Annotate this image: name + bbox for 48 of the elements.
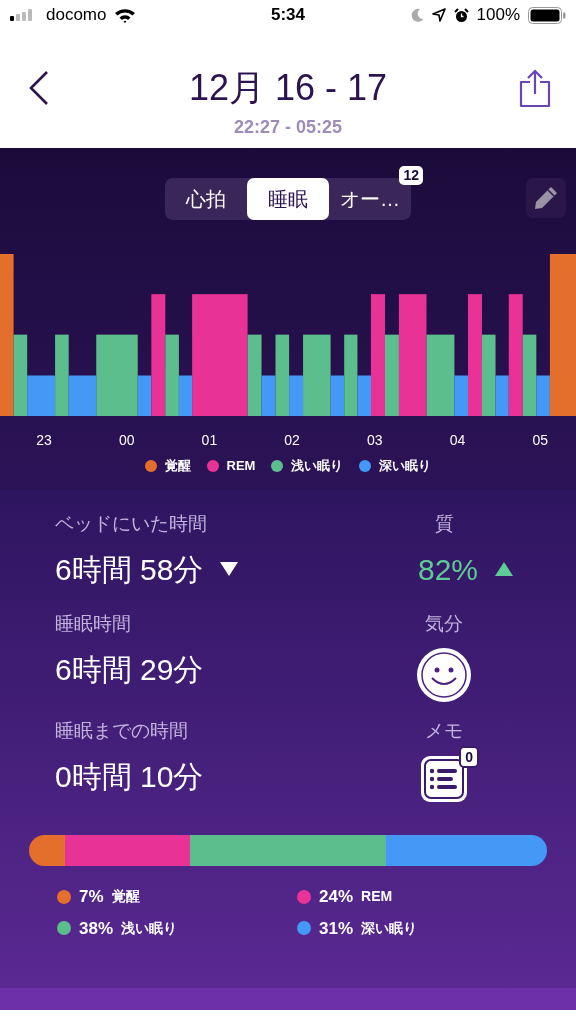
edit-button[interactable] <box>526 178 566 218</box>
axis-label: 03 <box>366 431 384 450</box>
moon-icon <box>410 8 424 22</box>
date-title: 12月 16 - 17 <box>188 70 388 106</box>
legend-label: REM <box>226 457 256 475</box>
percent-value: 24% <box>319 886 354 908</box>
percent-value: 31% <box>319 917 354 940</box>
battery-percent: 100% <box>476 4 520 27</box>
axis-label: 01 <box>200 431 219 450</box>
axis-label: 23 <box>35 431 53 450</box>
count-badge: 12 <box>399 166 423 185</box>
axis-label: 02 <box>283 431 301 450</box>
quality-label: 質 <box>434 512 454 536</box>
stat-value: 0時間 10分 <box>55 758 204 795</box>
back-button[interactable] <box>28 70 50 106</box>
percent-value: 38% <box>79 917 114 940</box>
axis-label: 05 <box>531 431 549 450</box>
alarm-clock-icon <box>453 7 469 23</box>
smiley-face-button[interactable] <box>416 646 472 703</box>
battery-icon <box>528 6 566 24</box>
legend-label: 深い眠り <box>379 457 432 475</box>
stat-value: 6時間 29分 <box>55 651 204 688</box>
legend-label: 浅い眠り <box>121 918 178 938</box>
stat-value: 6時間 58分 <box>55 551 204 588</box>
legend-label: 覚醒 <box>111 887 140 907</box>
stat-label: 睡眠までの時間 <box>55 719 189 743</box>
legend-label: 深い眠り <box>361 918 418 938</box>
count-badge: 0 <box>459 745 479 769</box>
share-button[interactable] <box>518 68 552 108</box>
tab[interactable]: 心拍 <box>165 178 247 220</box>
legend-label: 浅い眠り <box>291 457 344 475</box>
stat-label: 睡眠時間 <box>55 612 132 636</box>
stat-label: ベッドにいた時間 <box>55 512 208 536</box>
location-arrow-icon <box>431 8 446 22</box>
wifi-icon <box>114 7 137 23</box>
carrier-name: docomo <box>46 4 107 27</box>
mood-label: 気分 <box>425 612 463 636</box>
tab[interactable]: 睡眠 <box>247 178 329 220</box>
percent-value: 7% <box>79 886 104 908</box>
status-time: 5:34 <box>271 4 305 27</box>
time-range: 22:27 - 05:25 <box>233 116 343 139</box>
axis-label: 00 <box>117 431 136 450</box>
axis-label: 04 <box>448 431 467 450</box>
memo-label: メモ <box>425 719 463 743</box>
quality-value: 82% <box>417 551 478 588</box>
legend-label: 覚醒 <box>164 457 191 475</box>
legend-label: REM <box>361 887 393 907</box>
pencil-icon <box>532 184 560 212</box>
